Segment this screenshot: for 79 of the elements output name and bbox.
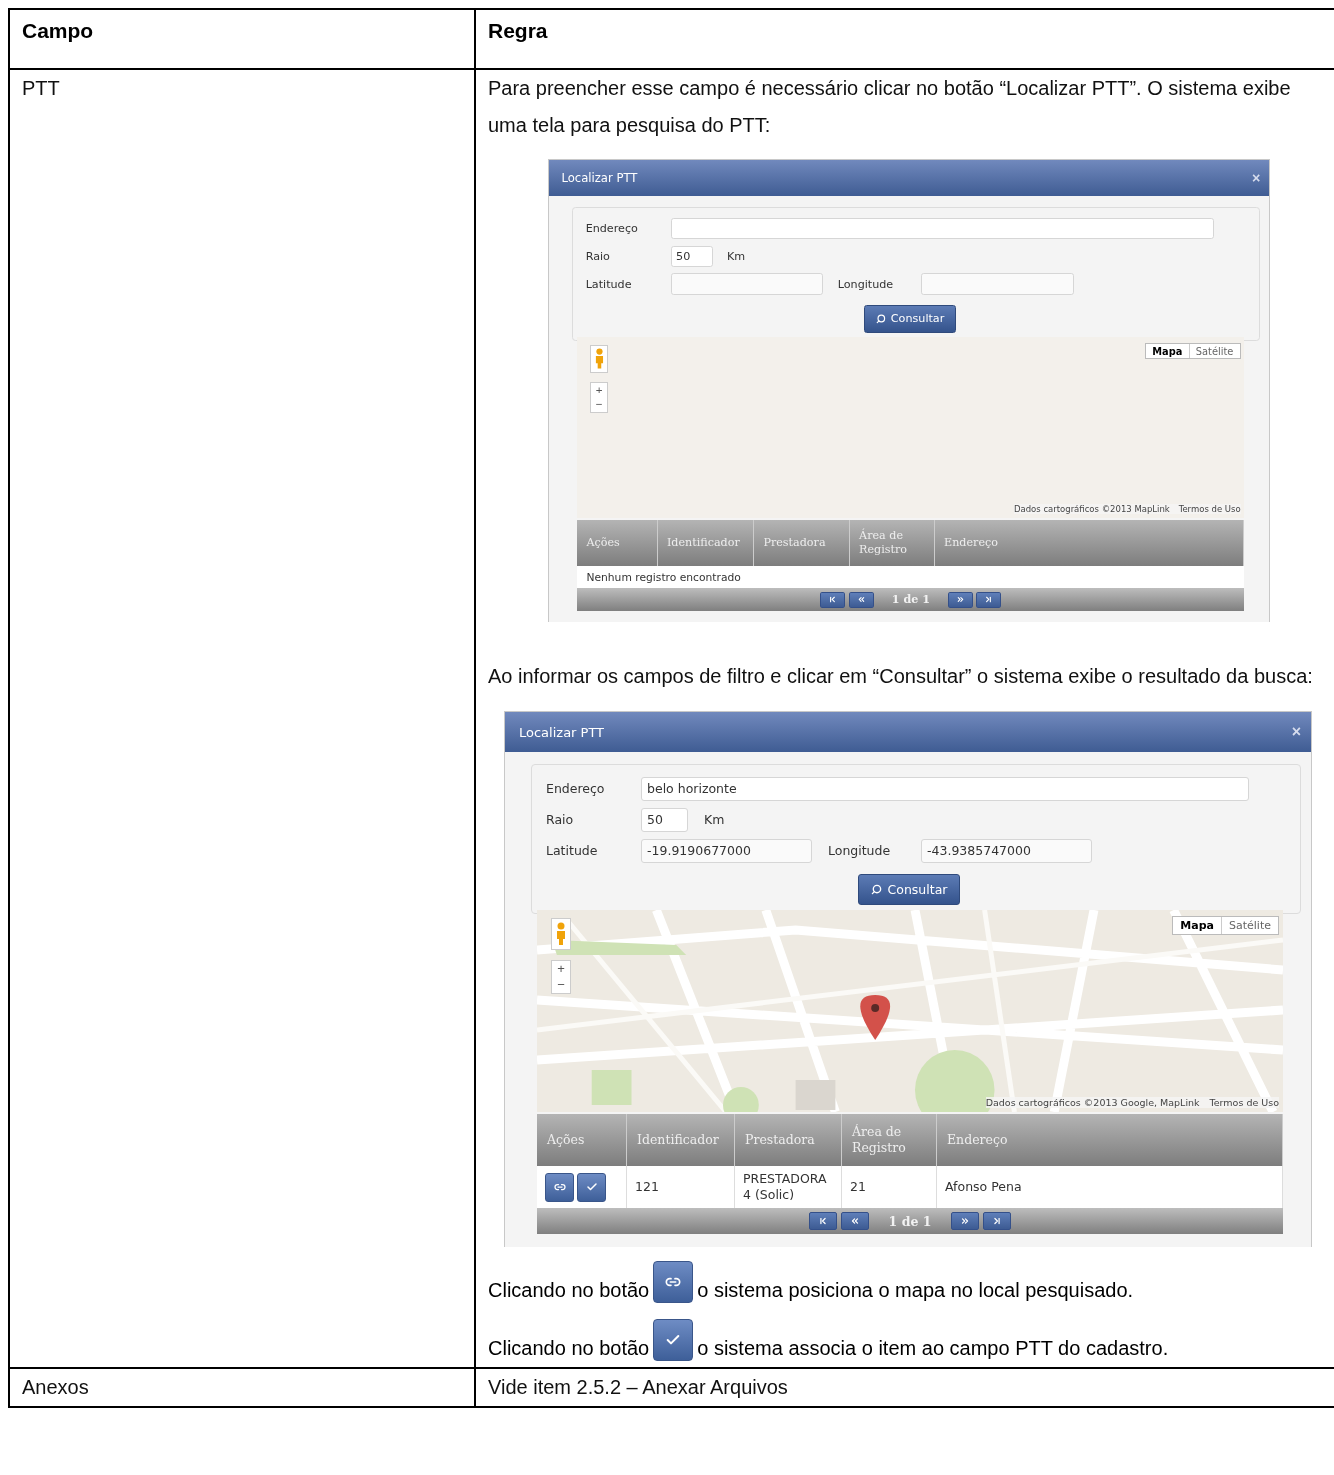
last-page-button[interactable]: [983, 1212, 1012, 1230]
field-label: Endereço: [585, 222, 639, 236]
search-icon: [870, 884, 882, 895]
link-icon: [553, 1181, 566, 1193]
search-button[interactable]: Consultar: [857, 874, 961, 905]
field-label: Raio: [585, 249, 611, 263]
address-field[interactable]: [670, 217, 1215, 240]
first-page-button[interactable]: [808, 1212, 837, 1230]
first-icon: [817, 1216, 828, 1226]
search-button[interactable]: Consultar: [863, 305, 956, 333]
latitude-field[interactable]: -19.9190677000: [641, 838, 812, 863]
previous-page-button[interactable]: [848, 591, 874, 608]
field-name: PTT: [22, 76, 61, 101]
radius-field[interactable]: 50: [670, 245, 713, 268]
map-attribution: Dados cartográficos ©2013 MapLink: [1013, 504, 1170, 515]
column-header: Ações: [537, 1114, 627, 1166]
note-text: Clicando no botão: [488, 1336, 650, 1361]
column-header: Prestadora: [735, 1114, 842, 1166]
dialog-title: Localizar PTT: [561, 171, 638, 186]
field-label: Latitude: [546, 843, 599, 858]
note-text: Clicando no botão: [488, 1278, 650, 1303]
terms-link[interactable]: Termos de Uso: [1209, 1097, 1279, 1108]
unit-label: Km: [704, 812, 725, 827]
page-indicator: 1 de 1: [888, 1213, 932, 1229]
dialog-title: Localizar PTT: [519, 724, 605, 740]
column-header: Área de Registro: [842, 1114, 937, 1166]
latitude-field[interactable]: [670, 273, 824, 295]
field-label: Longitude: [837, 277, 895, 291]
first-page-button[interactable]: [820, 591, 846, 608]
first-icon: [828, 595, 838, 605]
map[interactable]: + − Mapa Satélite Dados cartográficos ©2013 MapLink Termos de Uso: [577, 337, 1245, 518]
column-header: Identificador: [627, 1114, 735, 1166]
longitude-field[interactable]: -43.9385747000: [921, 838, 1092, 863]
search-icon: [875, 314, 886, 324]
field-label: Endereço: [546, 781, 606, 796]
page-indicator: 1 de 1: [891, 593, 930, 607]
note-text: o sistema posiciona o mapa no local pesquisado.: [697, 1278, 1134, 1303]
column-header: Área de Registro: [850, 519, 936, 567]
previous-icon: [856, 595, 866, 605]
column-header: Ações: [577, 519, 658, 567]
column-header: Endereço: [937, 1114, 1283, 1166]
close-button[interactable]: ×: [1251, 170, 1261, 187]
map-attribution: Dados cartográficos ©2013 Google, MapLink: [985, 1097, 1200, 1108]
field-label: Raio: [546, 812, 575, 827]
field-label: Longitude: [828, 843, 892, 858]
field-label: Latitude: [585, 277, 633, 291]
table-cell: Afonso Pena: [937, 1166, 1283, 1208]
table-cell: PRESTADORA 4 (Solic): [735, 1166, 842, 1208]
terms-link[interactable]: Termos de Uso: [1178, 504, 1241, 515]
table-cell: 21: [842, 1166, 937, 1208]
note-text: o sistema associa o item ao campo PTT do cadastro.: [697, 1336, 1169, 1361]
previous-icon: [849, 1216, 860, 1226]
column-header: Campo: [22, 19, 94, 42]
next-page-button[interactable]: [951, 1212, 980, 1230]
table-cell: 121: [627, 1166, 735, 1208]
column-header: Identificador: [657, 519, 755, 567]
longitude-field[interactable]: [920, 273, 1074, 295]
last-page-button[interactable]: [976, 591, 1002, 608]
column-header: Prestadora: [754, 519, 851, 567]
map[interactable]: + − Mapa Satélite Dados cartográficos ©2013 Google, MapLink Termos de Uso: [537, 910, 1283, 1112]
field-name: Anexos: [22, 1375, 90, 1400]
rule-text: Para preencher esse campo é necessário clicar no botão “Localizar PTT”. O sistema exibe uma tela para pesquisa do PTT:: [488, 76, 1292, 138]
rule-text: Vide item 2.5.2 – Anexar Arquivos: [488, 1375, 789, 1400]
next-icon: [955, 595, 965, 605]
rule-text: Ao informar os campos de filtro e clicar em “Consultar” o sistema exibe o resultado da busca:: [488, 664, 1314, 689]
check-icon: [585, 1181, 598, 1193]
last-icon: [992, 1216, 1003, 1226]
next-page-button[interactable]: [947, 591, 973, 608]
next-icon: [960, 1216, 971, 1226]
locate-button[interactable]: [545, 1172, 574, 1202]
radius-field[interactable]: 50: [641, 807, 688, 832]
last-icon: [984, 595, 994, 605]
previous-page-button[interactable]: [840, 1212, 869, 1230]
column-header: Regra: [488, 19, 548, 42]
empty-message: Nenhum registro encontrado: [577, 566, 1245, 589]
unit-label: Km: [726, 249, 746, 263]
address-field[interactable]: belo horizonte: [641, 776, 1249, 801]
select-button[interactable]: [577, 1172, 606, 1202]
column-header: Endereço: [935, 519, 1245, 567]
